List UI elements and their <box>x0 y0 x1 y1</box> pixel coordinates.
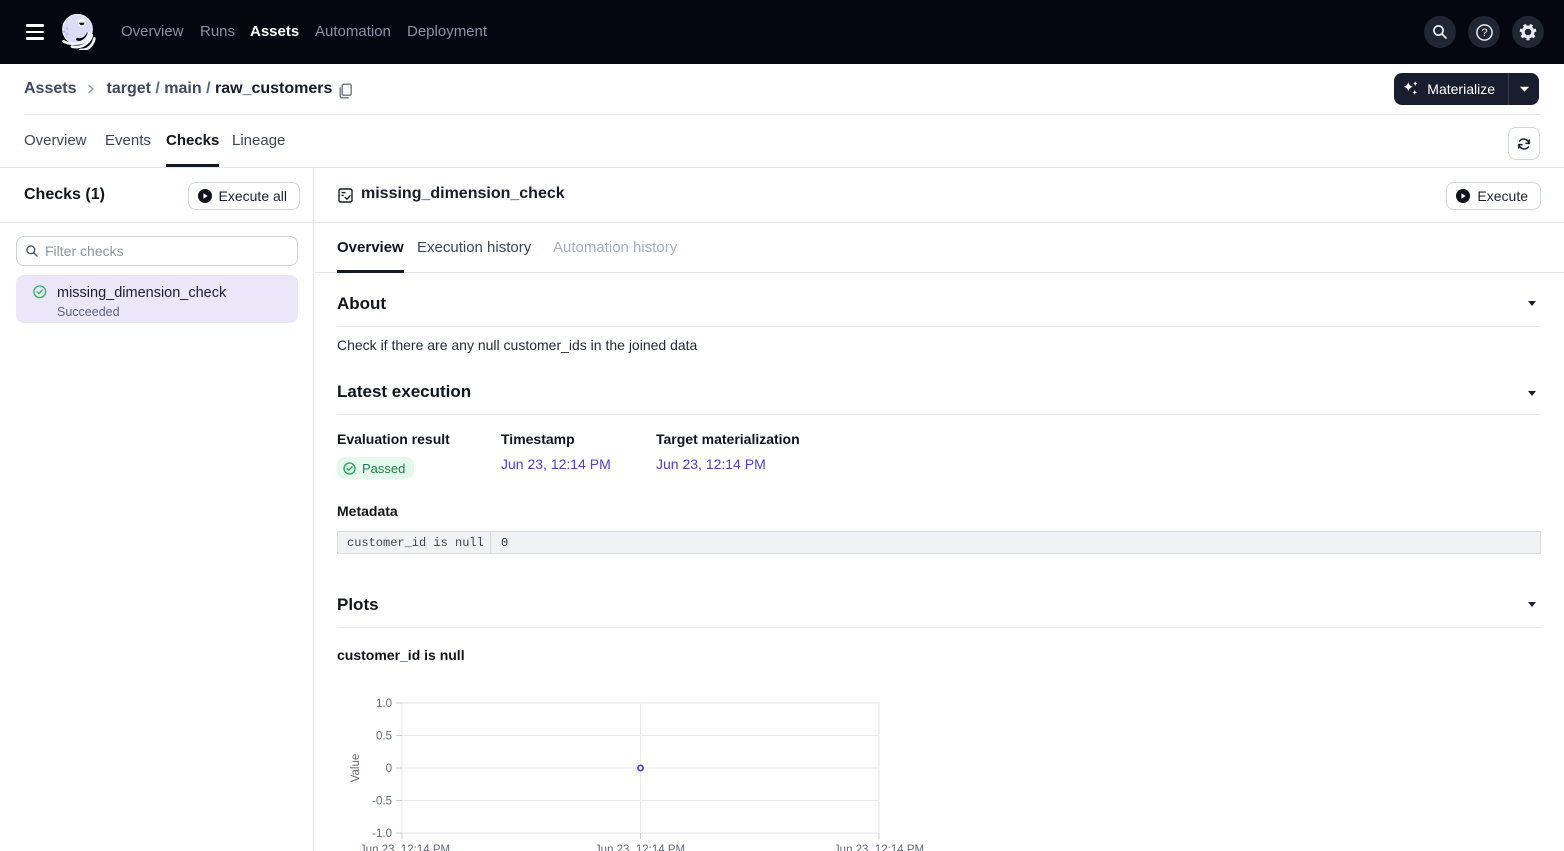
svg-text:-1.0: -1.0 <box>372 828 392 840</box>
svg-text:0.5: 0.5 <box>376 731 392 743</box>
svg-text:Value: Value <box>350 754 362 783</box>
svg-text:1.0: 1.0 <box>376 698 392 710</box>
svg-text:0: 0 <box>386 763 392 775</box>
svg-text:?: ? <box>1481 27 1487 39</box>
svg-text:Jun 23, 12:14 PM: Jun 23, 12:14 PM <box>595 844 685 851</box>
svg-text:-0.5: -0.5 <box>372 796 392 808</box>
svg-text:Jun 23, 12:14 PM: Jun 23, 12:14 PM <box>834 844 924 851</box>
svg-text:Jun 23, 12:14 PM: Jun 23, 12:14 PM <box>360 844 450 851</box>
